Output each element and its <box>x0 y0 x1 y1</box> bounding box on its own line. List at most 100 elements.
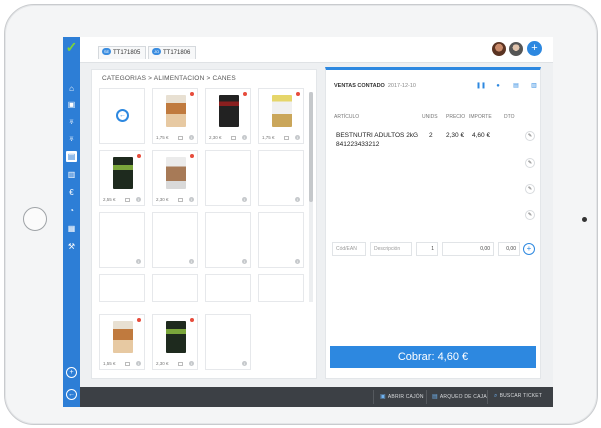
badge-dot <box>137 154 141 158</box>
product-tile[interactable]: 1,55 € i <box>99 314 145 370</box>
product-image <box>166 321 186 353</box>
pie-chart-icon[interactable]: ◔ <box>66 205 77 216</box>
print-icon[interactable]: ▤ <box>512 82 520 90</box>
back-icon[interactable]: ← <box>66 389 77 400</box>
back-tile[interactable]: ← <box>99 88 145 144</box>
home-button[interactable] <box>23 207 47 231</box>
product-image <box>272 95 292 127</box>
quantity-input[interactable]: 1 <box>416 242 438 256</box>
edit-icon[interactable]: ✎ <box>525 210 535 220</box>
info-icon[interactable]: i <box>189 197 194 202</box>
catalog-panel: CATEGORIAS > ALIMENTACION > CANES ← 1,75… <box>91 69 317 379</box>
add-line-button[interactable]: + <box>523 243 535 255</box>
info-icon: i <box>242 361 247 366</box>
edit-icon[interactable]: ✎ <box>525 184 535 194</box>
home-icon[interactable]: ⌂ <box>66 83 77 94</box>
info-icon: i <box>242 197 247 202</box>
code-input[interactable]: Cód/EAN <box>332 242 366 256</box>
stats-icon[interactable]: ▥ <box>66 169 77 180</box>
add-user-button[interactable]: + <box>527 41 542 56</box>
info-icon[interactable]: i <box>136 197 141 202</box>
description-input[interactable]: Descripción <box>370 242 412 256</box>
document-icon[interactable]: ▤ <box>66 151 77 162</box>
badge-dot <box>190 154 194 158</box>
divider <box>373 390 374 404</box>
info-icon: i <box>189 259 194 264</box>
stock-icon <box>231 136 236 140</box>
product-tile[interactable]: 2,30 € i <box>205 88 251 144</box>
search-icon: ⌕ <box>494 393 498 399</box>
info-icon: i <box>242 259 247 264</box>
column-header-price: PRECIO <box>446 114 466 120</box>
discount-input[interactable]: 0,00 <box>498 242 520 256</box>
tab-badge: JO <box>152 48 161 55</box>
product-image <box>113 157 133 189</box>
info-icon[interactable]: i <box>189 135 194 140</box>
tab-label: TT171806 <box>163 50 191 56</box>
empty-tile: i <box>205 212 251 268</box>
product-price: 2,55 € <box>103 197 116 202</box>
info-icon[interactable]: i <box>242 135 247 140</box>
info-icon[interactable]: i <box>136 361 141 366</box>
product-tile[interactable]: 2,30 € i <box>152 314 198 370</box>
catalog-scrollbar[interactable] <box>309 92 313 302</box>
user-avatar-2[interactable] <box>509 42 523 56</box>
edit-icon[interactable]: ✎ <box>525 131 535 141</box>
edit-icon[interactable]: ✎ <box>525 158 535 168</box>
charge-button[interactable]: Cobrar: 4,60 € <box>330 346 536 368</box>
product-tile[interactable]: 2,55 € i <box>99 150 145 206</box>
cash-count-button[interactable]: ▤ ARQUEO DE CAJA <box>432 393 487 400</box>
tab-label: TT171805 <box>113 50 141 56</box>
divider <box>487 390 488 404</box>
sidebar: ✓ ⌂ ▣ ♅ ♅ ▤ ▥ € ◔ ▦ ⚒ + ← <box>63 37 80 407</box>
product-price: 1,75 € <box>262 135 275 140</box>
save-icon[interactable]: ▣ <box>66 99 77 110</box>
tab-ticket-2[interactable]: JO TT171806 <box>148 46 197 59</box>
empty-tile: i <box>99 212 145 268</box>
product-tile[interactable]: 1,75 € i <box>258 88 304 144</box>
product-tile[interactable]: 1,75 € i <box>152 88 198 144</box>
info-icon: i <box>295 259 300 264</box>
empty-tile: i <box>205 314 251 370</box>
plus-icon[interactable]: + <box>66 367 77 378</box>
stock-icon <box>125 362 130 366</box>
sale-title: VENTAS CONTADO 2017-12-10 <box>334 83 416 89</box>
badge-dot <box>243 92 247 96</box>
product-price: 2,30 € <box>209 135 222 140</box>
calendar-icon[interactable]: ▦ <box>66 223 77 234</box>
cart-icon[interactable]: ♅ <box>66 116 77 127</box>
line-item-name: BESTNUTRI ADULTOS 2kG <box>336 132 419 139</box>
scrollbar-thumb[interactable] <box>309 92 313 202</box>
line-item-code: 841223433212 <box>336 141 380 148</box>
line-item-units[interactable]: 2 <box>429 132 433 139</box>
empty-tile: i <box>152 212 198 268</box>
info-icon[interactable]: i <box>189 361 194 366</box>
product-price: 2,30 € <box>156 361 169 366</box>
pause-icon[interactable]: ❚❚ <box>476 82 486 90</box>
search-ticket-button[interactable]: ⌕ BUSCAR TICKET <box>494 393 542 400</box>
breadcrumb: CATEGORIAS > ALIMENTACION > CANES <box>102 75 236 82</box>
price-input[interactable]: 0,00 <box>442 242 494 256</box>
logo-icon: ✓ <box>65 39 78 55</box>
tab-ticket-1[interactable]: SE TT171805 <box>98 46 147 59</box>
badge-dot <box>296 92 300 96</box>
user-icon[interactable]: ● <box>494 82 502 90</box>
product-tile[interactable]: 2,30 € i <box>152 150 198 206</box>
product-image <box>219 95 239 127</box>
cash-count-label: ARQUEO DE CAJA <box>439 394 487 400</box>
badge-dot <box>137 318 141 322</box>
user-avatar-1[interactable] <box>492 42 506 56</box>
empty-tile: i <box>258 150 304 206</box>
delete-icon[interactable]: ▥ <box>530 82 538 90</box>
line-item-price[interactable]: 2,30 € <box>446 132 464 139</box>
stock-icon <box>284 136 289 140</box>
info-icon[interactable]: i <box>295 135 300 140</box>
wrench-icon[interactable]: ⚒ <box>66 241 77 252</box>
stock-icon <box>178 198 183 202</box>
open-drawer-button[interactable]: ▣ ABRIR CAJÓN <box>380 393 424 400</box>
badge-dot <box>190 318 194 322</box>
cart-alt-icon[interactable]: ♅ <box>66 133 77 144</box>
euro-icon[interactable]: € <box>66 187 77 198</box>
top-bar: SE TT171805 JO TT171806 + <box>80 37 553 63</box>
sale-date: 2017-12-10 <box>387 83 416 89</box>
